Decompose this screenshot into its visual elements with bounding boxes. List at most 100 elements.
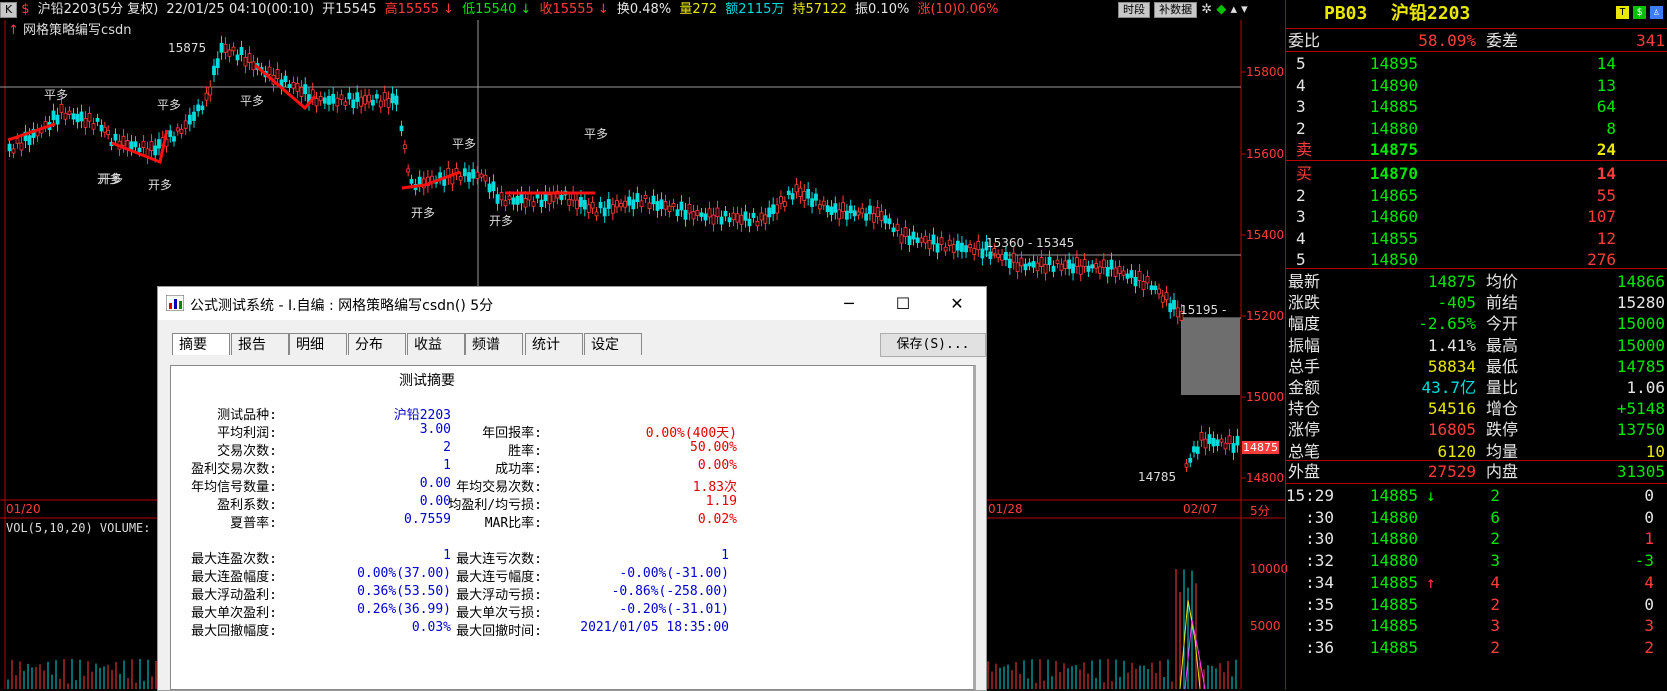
summary-value: 3.00 [419, 422, 451, 437]
candle-body [141, 140, 146, 148]
candle-body [1164, 292, 1169, 301]
candle-body [594, 211, 599, 217]
candle-body [782, 201, 787, 207]
tab-item[interactable]: 统计 [525, 333, 583, 355]
refresh-icon[interactable]: $ [1633, 6, 1646, 19]
header-buttons: 时段 补数据 ✲ ◆ ▴ ▾ [1118, 2, 1248, 18]
ask-row[interactable]: 4 14890 13 [1286, 75, 1667, 96]
bid-row[interactable]: 4 14855 12 [1286, 228, 1667, 249]
bid-row[interactable]: 5 14850 276 [1286, 249, 1667, 270]
tab-item[interactable]: 报告 [231, 333, 289, 355]
chevron-up-icon[interactable]: ▴ [1230, 2, 1237, 17]
candle-body [335, 97, 340, 107]
summary-value: 1 [443, 548, 451, 563]
period-button[interactable]: 时段 [1118, 2, 1150, 18]
tab-item[interactable]: 设定 [584, 333, 642, 355]
candle-body [1004, 252, 1008, 261]
candle-body [275, 69, 280, 79]
date-label: 01/28 [988, 502, 1023, 516]
tab-item[interactable]: 收益 [407, 333, 465, 355]
candle-body [567, 199, 572, 206]
summary-label: MAR比率: [484, 516, 542, 531]
candle-body [1137, 271, 1142, 281]
tab-item[interactable]: 明细 [289, 333, 347, 355]
app-icon [166, 295, 184, 311]
candle-body [703, 213, 708, 221]
tick-row: :35 14885 2 0 [1305, 594, 1654, 614]
summary-label: 年均信号数量: [191, 480, 277, 495]
save-button[interactable]: 保存(S)... [880, 333, 986, 357]
candle-body [715, 207, 720, 218]
candle-body [239, 46, 244, 56]
tab-item[interactable]: 分布 [348, 333, 406, 355]
candle-body [943, 246, 948, 252]
candle-body [487, 183, 492, 193]
candle-body [515, 195, 520, 205]
person-icon[interactable]: ♙ [1650, 6, 1663, 19]
candle-body [829, 206, 834, 215]
candle-body [723, 210, 728, 217]
summary-value: 1.83次 [692, 480, 737, 495]
candle-body [655, 201, 660, 211]
close-button[interactable]: ✕ [934, 287, 980, 320]
candle-body [972, 248, 977, 255]
dialog-titlebar[interactable]: 公式测试系统 - I.自编 : 网格策略编写csdn() 5分 ─ ☐ ✕ [158, 287, 986, 320]
candle-body [355, 92, 360, 102]
candle-body [458, 176, 463, 181]
candle-body [1067, 259, 1072, 269]
bid-row[interactable]: 2 14865 55 [1286, 185, 1667, 206]
candle-body [212, 65, 216, 76]
candle-body [743, 211, 748, 221]
candle-body [860, 207, 865, 214]
dollar-icon[interactable]: $ [21, 2, 29, 17]
chevron-down-icon[interactable]: ▾ [1241, 2, 1248, 17]
bid-row[interactable]: 买 14870 14 [1286, 163, 1667, 184]
candle-body [187, 114, 192, 125]
tab-item[interactable]: 频谱 [465, 333, 523, 355]
formula-test-dialog[interactable]: 公式测试系统 - I.自编 : 网格策略编写csdn() 5分 ─ ☐ ✕ 摘要… [157, 286, 987, 691]
candle-body [75, 113, 80, 123]
diamond-icon[interactable]: ◆ [1216, 2, 1226, 17]
candle-body [1157, 288, 1161, 295]
candle-body [879, 211, 884, 221]
t-icon[interactable]: T [1616, 6, 1629, 19]
candle-body [1195, 446, 1200, 454]
settings-icon[interactable]: ✲ [1201, 2, 1212, 17]
bar-datetime: 22/01/25 04:10(00:10) [166, 2, 315, 17]
bid-row[interactable]: 3 14860 107 [1286, 206, 1667, 227]
period-label[interactable]: 5分 [1250, 502, 1270, 519]
maximize-button[interactable]: ☐ [880, 287, 926, 320]
ask-row[interactable]: 3 14885 64 [1286, 96, 1667, 117]
ask-row[interactable]: 卖 14875 24 [1286, 139, 1667, 160]
candle-body [907, 235, 912, 246]
candle-body [1133, 276, 1138, 287]
ask-row[interactable]: 5 14895 14 [1286, 53, 1667, 74]
candle-body [643, 195, 648, 199]
summary-value: 2 [443, 440, 451, 455]
range-box [1181, 318, 1240, 395]
dialog-title: 公式测试系统 - I.自编 : 网格策略编写csdn() 5分 [190, 298, 494, 314]
candle-body [219, 42, 224, 53]
candle-body [931, 234, 936, 245]
candle-body [955, 240, 960, 251]
summary-label: 年均交易次数: [456, 480, 542, 495]
candle-body [7, 143, 12, 152]
turnover-value: 换0.48% [616, 2, 672, 17]
quote-panel: PB03 沪铅2203 T $ ♙ 委比 58.09% 委差 341 5 1489… [1285, 0, 1667, 689]
candle-body [19, 142, 24, 151]
minimize-button[interactable]: ─ [826, 287, 872, 320]
tab-summary[interactable]: 摘要 [172, 333, 230, 355]
kline-icon[interactable]: K [0, 2, 18, 18]
fill-data-button[interactable]: 补数据 [1154, 2, 1198, 18]
candle-body [887, 218, 892, 225]
candle-body [559, 195, 564, 201]
candle-body [394, 95, 399, 105]
candle-body [814, 193, 818, 201]
summary-label: 胜率: [508, 444, 542, 459]
high-value: 高15555 [384, 2, 440, 17]
candle-body [121, 135, 126, 146]
candle-body [303, 84, 308, 95]
ask-row[interactable]: 2 14880 8 [1286, 118, 1667, 139]
stat-row: 最新 14875 均价 14866 [1288, 272, 1665, 291]
candle-body [935, 243, 940, 253]
